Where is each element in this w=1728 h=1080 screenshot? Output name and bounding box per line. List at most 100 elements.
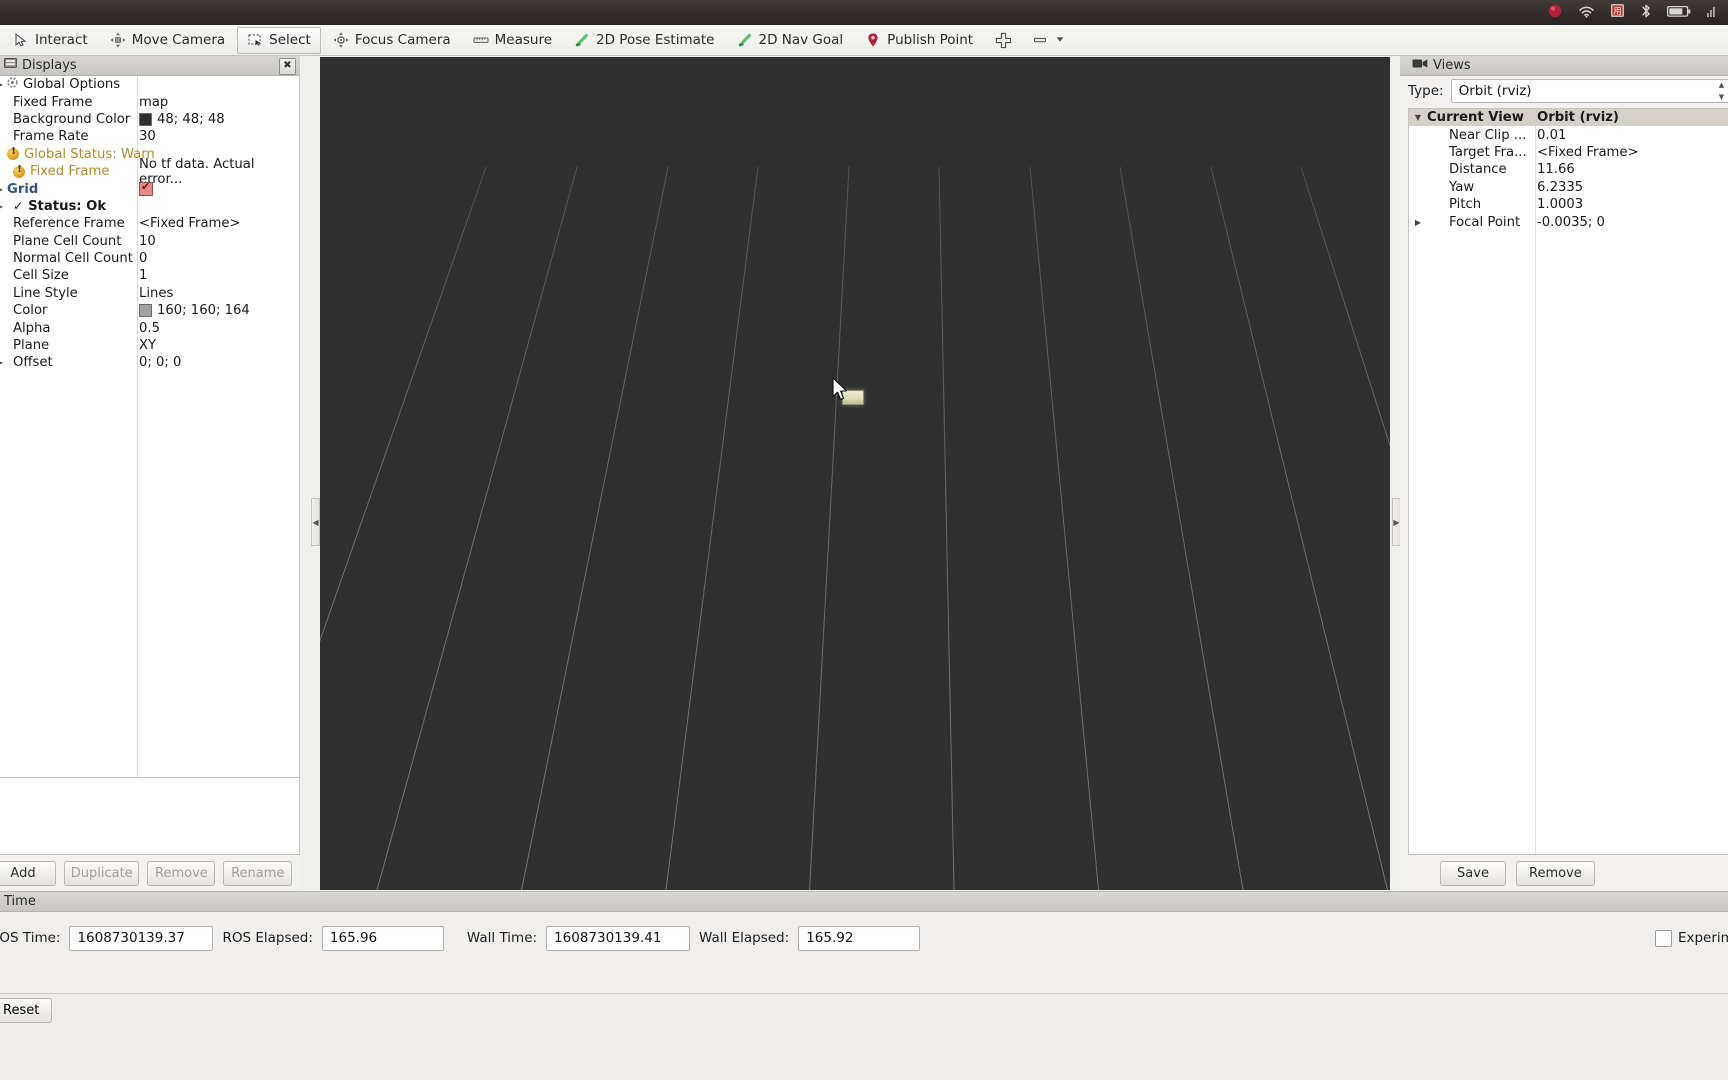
save-view-button[interactable]: Save <box>1440 860 1506 886</box>
expand-arrow-icon[interactable]: ▶ <box>0 202 7 211</box>
display-row[interactable]: Cell Size 1 <box>0 267 299 284</box>
tool-measure[interactable]: Measure <box>463 27 562 54</box>
3d-render-viewport[interactable] <box>320 57 1390 890</box>
view-row[interactable]: Target Fra... <Fixed Frame> <box>1409 144 1728 161</box>
tool-2d-nav-goal[interactable]: 2D Nav Goal <box>727 27 854 54</box>
tool-select[interactable]: Select <box>237 26 321 54</box>
view-row-value[interactable]: 11.66 <box>1537 162 1575 177</box>
view-row-label: Focal Point <box>1449 214 1521 230</box>
expand-arrow-icon[interactable]: ▶ <box>0 358 7 367</box>
wall-time-field[interactable]: 1608730139.41 <box>546 925 691 951</box>
ros-time-field[interactable]: 1608730139.37 <box>69 925 214 951</box>
display-row-value[interactable]: 10 <box>139 234 156 249</box>
displays-tree[interactable]: ▶Global OptionsFixed FramemapBackground … <box>0 76 300 778</box>
display-row-name: Grid <box>7 182 38 197</box>
display-row-name: Global Status: Warn <box>7 146 155 162</box>
display-row-value[interactable]: <Fixed Frame> <box>139 216 241 231</box>
view-row[interactable]: Pitch 1.0003 <box>1409 196 1728 213</box>
add-display-button[interactable]: Add <box>0 860 56 886</box>
wall-elapsed-field[interactable]: 165.92 <box>798 925 921 951</box>
display-row[interactable]: Color 160; 160; 164 <box>0 302 299 319</box>
input-method-icon[interactable]: 用 <box>1610 3 1625 22</box>
display-row[interactable]: ▶ ✓ Status: Ok <box>0 198 299 215</box>
battery-icon[interactable] <box>1666 3 1691 22</box>
volume-icon[interactable] <box>1706 3 1716 22</box>
add-tool-button[interactable] <box>985 27 1021 54</box>
display-row-label: Plane <box>13 338 50 354</box>
wall-time-label: Wall Time: <box>466 930 538 946</box>
view-type-combobox[interactable]: Orbit (rviz) ▲ ▼ <box>1450 79 1728 103</box>
remove-view-button[interactable]: Remove <box>1516 860 1595 886</box>
remove-tool-dropdown[interactable] <box>1023 27 1075 54</box>
display-row-value[interactable]: 0 <box>139 251 147 266</box>
views-tree[interactable]: ▼ Current View Orbit (rviz) Near Clip ... 0.… <box>1408 108 1728 855</box>
display-row-value[interactable]: 160; 160; 164 <box>139 303 250 318</box>
view-row[interactable]: Near Clip ... 0.01 <box>1409 126 1728 143</box>
view-row-value[interactable]: 6.2335 <box>1537 180 1583 195</box>
display-row-value[interactable]: 0.5 <box>139 321 160 336</box>
expand-arrow-icon[interactable]: ▶ <box>0 80 7 89</box>
view-row[interactable]: Distance 11.66 <box>1409 161 1728 178</box>
display-row-value[interactable] <box>139 180 153 197</box>
rename-display-button[interactable]: Rename <box>223 860 292 886</box>
display-row-value[interactable]: 30 <box>139 129 156 144</box>
tool-interact[interactable]: Interact <box>3 27 98 54</box>
display-row[interactable]: ▶Grid <box>0 180 299 197</box>
view-row[interactable]: ▼ Current View Orbit (rviz) <box>1409 109 1728 127</box>
display-row[interactable]: Plane XY <box>0 337 299 354</box>
expand-arrow-icon[interactable]: ▶ <box>0 185 7 194</box>
display-row[interactable]: Alpha 0.5 <box>0 319 299 336</box>
display-row-value[interactable]: XY <box>139 338 156 353</box>
display-row[interactable]: Plane Cell Count 10 <box>0 233 299 250</box>
views-panel-titlebar: Views <box>1400 56 1728 76</box>
spinner-arrows-icon[interactable]: ▲ ▼ <box>1716 82 1727 101</box>
bluetooth-icon[interactable] <box>1640 3 1652 23</box>
tool-move-camera[interactable]: Move Camera <box>100 27 235 54</box>
tool-2d-pose-estimate[interactable]: 2D Pose Estimate <box>564 27 724 54</box>
display-property-editor[interactable] <box>0 778 300 855</box>
display-row-value[interactable]: Lines <box>139 286 173 301</box>
tool-publish-point[interactable]: Publish Point <box>855 27 983 54</box>
color-swatch[interactable] <box>139 112 152 126</box>
display-row-value[interactable]: 0; 0; 0 <box>139 355 181 370</box>
display-row-value[interactable]: 48; 48; 48 <box>139 112 225 127</box>
views-panel-title: Views <box>1433 58 1471 73</box>
display-row-label: Background Color <box>13 111 131 127</box>
view-row[interactable]: Yaw 6.2335 <box>1409 179 1728 196</box>
display-row-label: Plane Cell Count <box>13 233 122 249</box>
display-row[interactable]: Fixed Frame map <box>0 93 299 110</box>
view-row-value[interactable]: -0.0035; 0 <box>1537 215 1605 230</box>
display-row[interactable]: Frame Rate 30 <box>0 128 299 145</box>
expand-arrow-icon[interactable]: ▼ <box>1409 113 1427 122</box>
display-row-value[interactable]: map <box>139 95 168 110</box>
display-row[interactable]: Reference Frame <Fixed Frame> <box>0 215 299 232</box>
color-swatch[interactable] <box>139 304 152 318</box>
view-row[interactable]: ▶ Focal Point -0.0035; 0 <box>1409 213 1728 230</box>
view-row-value[interactable]: <Fixed Frame> <box>1537 145 1639 160</box>
display-row[interactable]: ▶ Offset 0; 0; 0 <box>0 354 299 371</box>
display-row[interactable]: Line Style Lines <box>0 285 299 302</box>
tool-focus-camera[interactable]: Focus Camera <box>323 27 461 54</box>
collapse-left-panel-handle[interactable]: ◀ <box>311 498 320 546</box>
reset-button[interactable]: Reset <box>0 998 53 1023</box>
experimental-checkbox[interactable] <box>1654 929 1672 947</box>
close-icon[interactable]: ✖ <box>279 58 296 75</box>
remove-display-button[interactable]: Remove <box>147 860 216 886</box>
view-row-value[interactable]: 1.0003 <box>1537 197 1583 212</box>
wifi-icon[interactable] <box>1578 3 1595 22</box>
record-indicator-icon[interactable] <box>1547 3 1563 23</box>
duplicate-display-button[interactable]: Duplicate <box>64 860 140 886</box>
display-row[interactable]: Background Color 48; 48; 48 <box>0 111 299 128</box>
ros-elapsed-field[interactable]: 165.96 <box>321 925 444 951</box>
display-row-value[interactable]: 1 <box>139 268 147 283</box>
ros-elapsed-label: ROS Elapsed: <box>222 930 313 946</box>
expand-arrow-icon[interactable]: ▶ <box>1409 218 1427 227</box>
display-row[interactable]: Fixed FrameNo tf data. Actual error... <box>0 157 299 187</box>
display-row[interactable]: ▶ Global Options <box>0 76 299 93</box>
view-row-label: Pitch <box>1449 197 1482 213</box>
display-row[interactable]: Normal Cell Count 0 <box>0 250 299 267</box>
enable-checkbox[interactable] <box>139 180 153 197</box>
view-row-value[interactable]: Orbit (rviz) <box>1537 110 1619 125</box>
view-row-value[interactable]: 0.01 <box>1537 128 1566 143</box>
experimental-checkbox-group[interactable]: Experimental <box>1654 929 1728 947</box>
